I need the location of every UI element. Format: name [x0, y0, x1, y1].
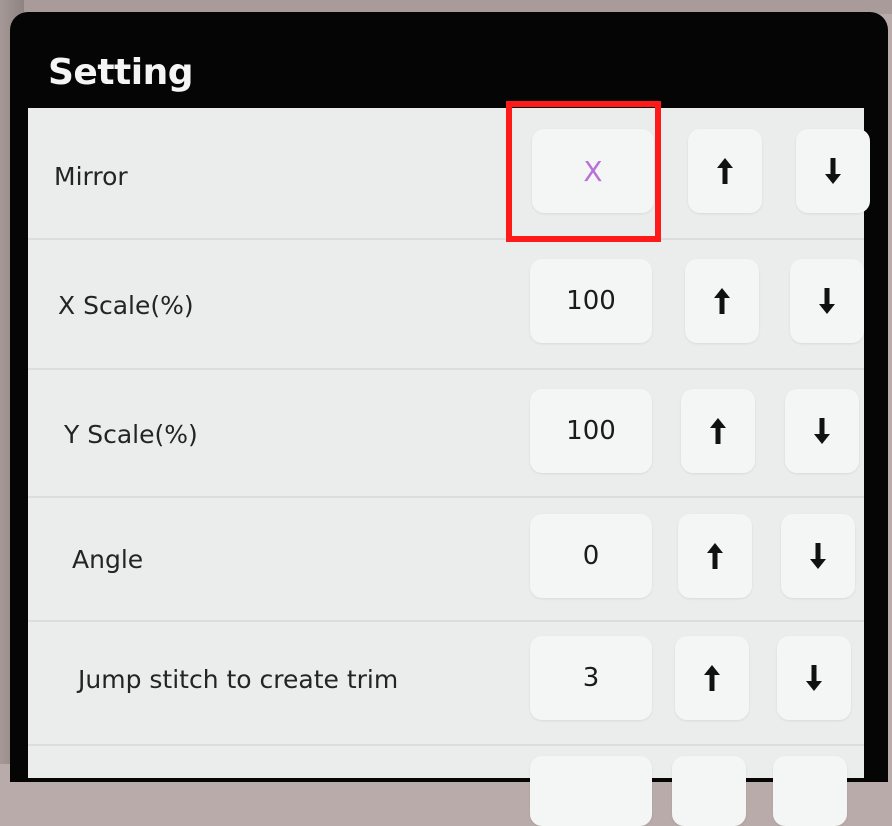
- row-separator: [28, 238, 864, 240]
- x-scale-label: X Scale(%): [58, 291, 194, 320]
- jump-stitch-value: 3: [582, 663, 600, 693]
- angle-value: 0: [582, 541, 600, 571]
- row-separator: [28, 496, 864, 498]
- next-row-down-button[interactable]: [773, 756, 847, 826]
- jump-stitch-up-button[interactable]: [675, 636, 749, 720]
- arrow-down-icon: [806, 665, 822, 691]
- x-scale-value-button[interactable]: 100: [530, 259, 652, 343]
- settings-panel: Mirror X X Scale(%) 100 Y Scale(%) 100 A…: [28, 108, 870, 826]
- next-row-value-button[interactable]: [530, 756, 652, 826]
- jump-stitch-down-button[interactable]: [777, 636, 851, 720]
- mirror-down-button[interactable]: [796, 129, 870, 213]
- arrow-up-icon: [707, 543, 723, 569]
- arrow-up-icon: [710, 418, 726, 444]
- y-scale-label: Y Scale(%): [64, 420, 198, 449]
- arrow-down-icon: [825, 158, 841, 184]
- row-separator: [28, 368, 864, 370]
- mirror-up-button[interactable]: [688, 129, 762, 213]
- y-scale-up-button[interactable]: [681, 389, 755, 473]
- dialog-title: Setting: [48, 52, 194, 93]
- angle-up-button[interactable]: [678, 514, 752, 598]
- jump-stitch-label: Jump stitch to create trim: [78, 665, 399, 694]
- arrow-up-icon: [704, 665, 720, 691]
- x-scale-value: 100: [566, 286, 616, 316]
- y-scale-value: 100: [566, 416, 616, 446]
- x-scale-down-button[interactable]: [790, 259, 864, 343]
- next-row-up-button[interactable]: [672, 756, 746, 826]
- angle-value-button[interactable]: 0: [530, 514, 652, 598]
- row-separator: [28, 620, 864, 622]
- angle-down-button[interactable]: [781, 514, 855, 598]
- y-scale-down-button[interactable]: [785, 389, 859, 473]
- arrow-down-icon: [814, 418, 830, 444]
- angle-label: Angle: [72, 545, 144, 574]
- mirror-label: Mirror: [54, 162, 128, 191]
- x-scale-up-button[interactable]: [685, 259, 759, 343]
- arrow-up-icon: [714, 288, 730, 314]
- highlight-box: [506, 101, 661, 242]
- row-separator: [28, 744, 864, 746]
- arrow-down-icon: [819, 288, 835, 314]
- jump-stitch-value-button[interactable]: 3: [530, 636, 652, 720]
- y-scale-value-button[interactable]: 100: [530, 389, 652, 473]
- arrow-down-icon: [810, 543, 826, 569]
- arrow-up-icon: [717, 158, 733, 184]
